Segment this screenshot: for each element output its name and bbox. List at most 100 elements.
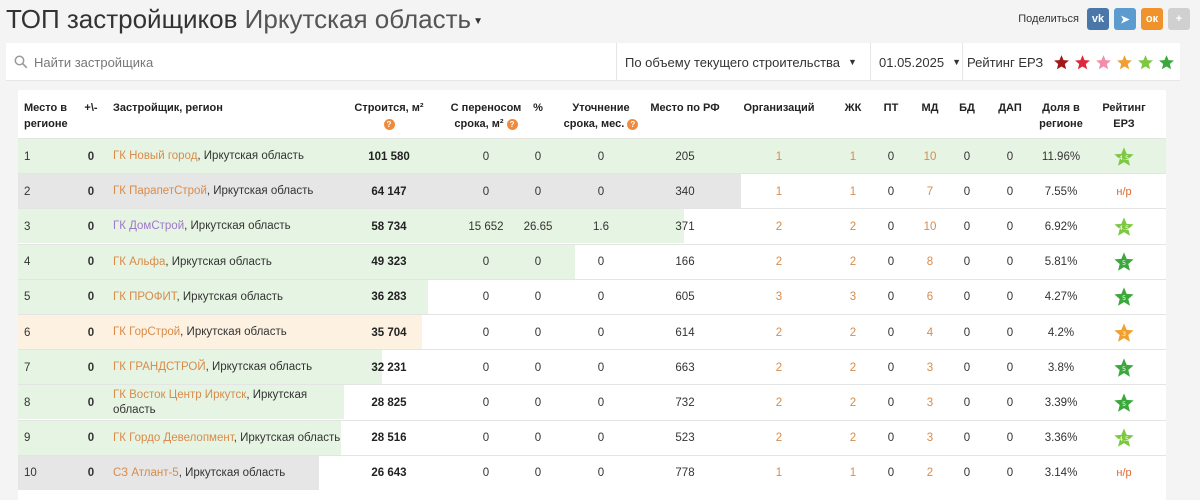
cell-zhk[interactable]: 2 <box>838 421 868 456</box>
developer-link[interactable]: ГК ПРОФИТ <box>113 291 177 303</box>
cell-md[interactable]: 8 <box>915 245 945 280</box>
rating-star-icon[interactable] <box>1116 54 1133 71</box>
developer-link[interactable]: ГК Новый город <box>113 150 197 162</box>
table-row[interactable]: 4 0 49 323 0 0 0 166 2 2 0 8 0 0 5.81% ГК Альфа, Иркут… <box>18 243 1166 280</box>
cell-rating[interactable]: 5 <box>1096 245 1152 280</box>
social-list: vk ➤ ок + <box>1087 8 1190 30</box>
table-row[interactable]: 10 0 26 643 0 0 0 778 1 1 0 2 0 0 3.14% СЗ Атлант-5, И… <box>18 454 1166 491</box>
cell-md[interactable]: 10 <box>915 209 945 244</box>
developer-link[interactable]: СЗ Атлант-5 <box>113 467 179 479</box>
col-share[interactable]: Доля в регионе <box>1034 100 1088 132</box>
question-icon[interactable]: ? <box>627 118 639 130</box>
cell-md[interactable]: 2 <box>915 456 945 491</box>
cell-orgs[interactable]: 1 <box>732 174 826 209</box>
cell-rating[interactable]: 4.5 <box>1096 139 1152 174</box>
cell-orgs[interactable]: 3 <box>732 280 826 315</box>
question-icon[interactable]: ? <box>506 118 518 130</box>
developer-link[interactable]: ГК ГорСтрой <box>113 326 180 338</box>
plus-icon[interactable]: + <box>1168 8 1190 30</box>
date-dropdown[interactable]: 01.05.2025 ▼ <box>870 43 962 81</box>
odnoklassniki-icon[interactable]: ок <box>1141 8 1163 30</box>
col-building[interactable]: Строится, м²? <box>344 100 434 132</box>
cell-zhk[interactable]: 2 <box>838 245 868 280</box>
developer-link[interactable]: ГК ГРАНДСТРОЙ <box>113 361 206 373</box>
cell-zhk[interactable]: 2 <box>838 350 868 385</box>
cell-rating[interactable]: 5 <box>1096 385 1152 420</box>
col-dap[interactable]: ДАП <box>990 100 1030 116</box>
cell-zhk[interactable]: 2 <box>838 315 868 350</box>
cell-rf-value: 340 <box>675 185 695 198</box>
rating-star-icon[interactable] <box>1053 54 1070 71</box>
cell-md[interactable]: 3 <box>915 421 945 456</box>
rating-star-icon[interactable] <box>1095 54 1112 71</box>
cell-zhk[interactable]: 3 <box>838 280 868 315</box>
col-zhk[interactable]: ЖК <box>838 100 868 116</box>
table-row[interactable]: 2 0 64 147 0 0 0 340 1 1 0 7 0 0 7.55% ГК ПарапетСтрой… <box>18 173 1166 209</box>
cell-orgs[interactable]: 1 <box>732 456 826 491</box>
developer-link[interactable]: ГК Альфа <box>113 256 165 268</box>
col-bd[interactable]: БД <box>952 100 982 116</box>
cell-place-value: 9 <box>24 432 31 445</box>
cell-md[interactable]: 10 <box>915 139 945 174</box>
cell-orgs[interactable]: 2 <box>732 209 826 244</box>
table-row[interactable]: 8 0 28 825 0 0 0 732 2 2 0 3 0 0 3.39% ГК Восток Центр… <box>18 384 1166 420</box>
col-md[interactable]: МД <box>915 100 945 116</box>
cell-delta-value: 0 <box>87 361 95 374</box>
cell-zhk[interactable]: 1 <box>838 139 868 174</box>
col-rating[interactable]: Рейтинг ЕРЗ <box>1096 100 1152 132</box>
cell-orgs[interactable]: 1 <box>732 139 826 174</box>
cell-orgs[interactable]: 2 <box>732 245 826 280</box>
cell-rating[interactable]: 4.5 <box>1096 421 1152 456</box>
cell-delta-value: 0 <box>87 150 95 163</box>
rating-star-icon[interactable] <box>1158 54 1175 71</box>
cell-zhk[interactable]: 1 <box>838 174 868 209</box>
developer-link[interactable]: ГК ПарапетСтрой <box>113 185 207 197</box>
cell-zhk[interactable]: 2 <box>838 385 868 420</box>
cell-zhk[interactable]: 1 <box>838 456 868 491</box>
cell-rating[interactable]: 5 <box>1096 350 1152 385</box>
cell-rating[interactable]: 4.5 <box>1096 209 1152 244</box>
cell-rating[interactable]: н/р <box>1096 456 1152 491</box>
table-row[interactable]: 3 0 58 734 15 652 26.65 1.6 371 2 2 0 10 0 0 6.92% ГК … <box>18 208 1166 244</box>
cell-rating[interactable]: 5 <box>1096 280 1152 315</box>
col-orgs[interactable]: Организаций <box>732 100 826 116</box>
cell-orgs[interactable]: 2 <box>732 350 826 385</box>
col-pt[interactable]: ПТ <box>876 100 906 116</box>
region-selector[interactable]: Иркутская область ▼ <box>245 4 483 34</box>
col-postponed[interactable]: С переносом срока, м² ? <box>436 100 536 132</box>
col-developer[interactable]: Застройщик, регион <box>113 100 273 116</box>
cell-share-value: 3.36% <box>1044 432 1078 445</box>
col-delta[interactable]: +\- <box>80 100 102 116</box>
cell-rating[interactable]: 3 <box>1096 315 1152 350</box>
cell-md[interactable]: 6 <box>915 280 945 315</box>
developer-link[interactable]: ГК ДомСтрой <box>113 220 184 232</box>
sort-dropdown[interactable]: По объему текущего строительства ▼ <box>616 43 870 81</box>
cell-zhk[interactable]: 2 <box>838 209 868 244</box>
cell-rating[interactable]: н/р <box>1096 174 1152 209</box>
question-icon[interactable]: ? <box>383 118 395 130</box>
cell-md[interactable]: 3 <box>915 350 945 385</box>
cell-md[interactable]: 4 <box>915 315 945 350</box>
cell-md[interactable]: 3 <box>915 385 945 420</box>
col-place[interactable]: Место в регионе <box>24 100 84 132</box>
developer-link[interactable]: ГК Гордо Девелопмент <box>113 432 234 444</box>
cell-dap: 0 <box>990 245 1030 280</box>
cell-md[interactable]: 7 <box>915 174 945 209</box>
cell-orgs[interactable]: 2 <box>732 315 826 350</box>
col-clarify[interactable]: Уточнение срока, мес. ? <box>556 100 646 132</box>
table-row[interactable]: 1 0 101 580 0 0 0 205 1 1 0 10 0 0 11.96% ГК Новый гор… <box>18 138 1166 173</box>
col-rf-place[interactable]: Место по РФ <box>640 100 730 116</box>
col-percent[interactable]: % <box>523 100 553 116</box>
developer-link[interactable]: ГК Восток Центр Иркутск <box>113 389 246 401</box>
rating-star-icon[interactable] <box>1074 54 1091 71</box>
vk-icon[interactable]: vk <box>1087 8 1109 30</box>
telegram-icon[interactable]: ➤ <box>1114 8 1136 30</box>
table-row[interactable]: 5 0 36 283 0 0 0 605 3 3 0 6 0 0 4.27% ГК ПРОФИТ, Ирку… <box>18 278 1166 315</box>
cell-orgs[interactable]: 2 <box>732 421 826 456</box>
rating-star-icon[interactable] <box>1137 54 1154 71</box>
search-input[interactable] <box>34 54 594 70</box>
table-row[interactable]: 7 0 32 231 0 0 0 663 2 2 0 3 0 0 3.8% ГК ГРАНДСТРОЙ, И… <box>18 349 1166 385</box>
cell-orgs[interactable]: 2 <box>732 385 826 420</box>
table-row[interactable]: 9 0 28 516 0 0 0 523 2 2 0 3 0 0 3.36% ГК Гордо Девело… <box>18 419 1166 456</box>
table-row[interactable]: 6 0 35 704 0 0 0 614 2 2 0 4 0 0 4.2% ГК ГорСтрой, Ирк… <box>18 314 1166 349</box>
